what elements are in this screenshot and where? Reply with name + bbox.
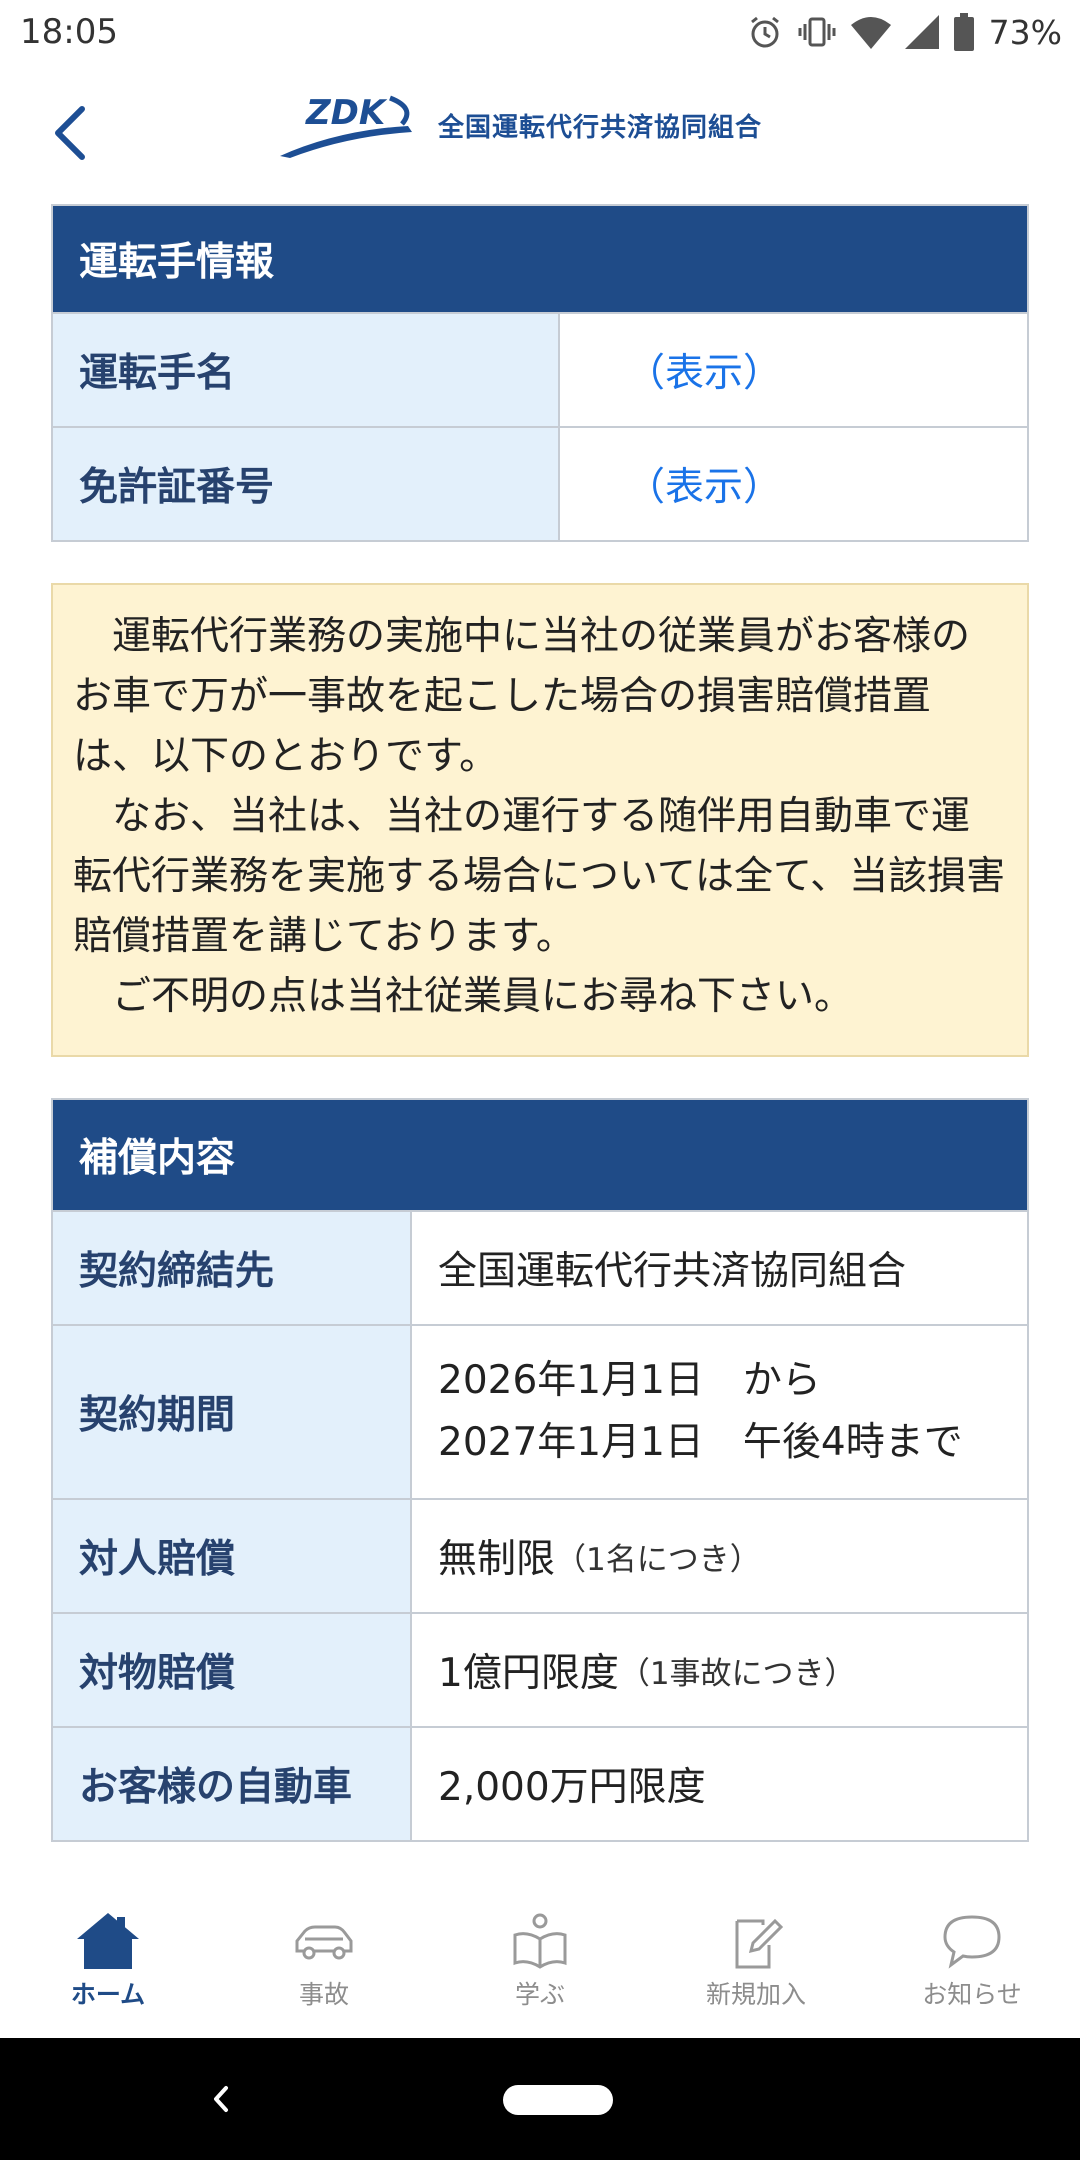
status-time: 18:05 <box>20 12 118 52</box>
table-row: お客様の自動車 2,000万円限度 <box>53 1726 1027 1840</box>
property-damage-label: 対物賠償 <box>53 1614 412 1726</box>
property-damage-note: （1事故につき） <box>618 1655 856 1692</box>
notice-paragraph: 運転代行業務の実施中に当社の従業員がお客様のお車で万が一事故を起こした場合の損害… <box>73 614 971 779</box>
nav-notices[interactable]: お知らせ <box>864 1884 1080 2038</box>
customer-vehicle-label: お客様の自動車 <box>53 1728 412 1840</box>
book-icon <box>513 1913 567 1969</box>
battery-icon <box>953 13 974 51</box>
speech-bubble-icon <box>943 1915 1001 1969</box>
alarm-icon <box>750 16 779 48</box>
nav-notices-label: お知らせ <box>922 1980 1022 2009</box>
table-row: 対物賠償 1億円限度 （1事故につき） <box>53 1612 1027 1726</box>
status-icons: 73% <box>747 10 1062 54</box>
main-content: 運転手情報 運転手名 （表示） 免許証番号 （表示） 運転代行業務の実施中に当社… <box>0 204 1080 1884</box>
logo: ZDK 全国運転代行共済協同組合 <box>278 90 762 160</box>
vibrate-icon <box>798 17 836 47</box>
show-license-number-link[interactable]: （表示） <box>586 456 782 512</box>
notice-box: 運転代行業務の実施中に当社の従業員がお客様のお車で万が一事故を起こした場合の損害… <box>51 583 1029 1057</box>
bodily-injury-label: 対人賠償 <box>53 1500 412 1612</box>
table-row: 契約期間 2026年1月1日 から 2027年1月1日 午後4時まで <box>53 1324 1027 1498</box>
system-nav-bar <box>0 2038 1080 2160</box>
contract-party-label: 契約締結先 <box>53 1212 412 1324</box>
nav-learn-label: 学ぶ <box>514 1980 565 2009</box>
status-bar: 18:05 73% <box>0 0 1080 64</box>
org-name: 全国運転代行共済協同組合 <box>438 112 763 143</box>
system-back-button[interactable] <box>200 2074 240 2124</box>
nav-new-membership[interactable]: 新規加入 <box>648 1884 864 2038</box>
bodily-injury-value: 無制限 （1名につき） <box>412 1500 1027 1612</box>
nav-home-label: ホーム <box>70 1980 146 2009</box>
nav-accident-label: 事故 <box>298 1980 349 2009</box>
contract-period-value: 2026年1月1日 から 2027年1月1日 午後4時まで <box>412 1326 1027 1498</box>
contract-party-value: 全国運転代行共済協同組合 <box>412 1212 1027 1324</box>
property-damage-value: 1億円限度 （1事故につき） <box>412 1614 1027 1726</box>
driver-info-table: 運転手情報 運転手名 （表示） 免許証番号 （表示） <box>51 204 1029 542</box>
notice-paragraph: なお、当社は、当社の運行する随伴用自動車で運転代行業務を実施する場合については全… <box>73 794 1006 959</box>
back-button[interactable] <box>40 98 100 168</box>
license-number-label: 免許証番号 <box>53 428 560 540</box>
driver-info-title: 運転手情報 <box>53 206 1027 312</box>
system-back-icon <box>214 2086 228 2112</box>
table-row: 契約締結先 全国運転代行共済協同組合 <box>53 1210 1027 1324</box>
signal-icon <box>904 15 939 49</box>
edit-document-icon <box>735 1918 784 1969</box>
license-number-value: （表示） <box>560 428 1027 540</box>
driver-name-value: （表示） <box>560 314 1027 426</box>
notice-paragraph: ご不明の点は当社従業員にお尋ね下さい。 <box>112 974 854 1019</box>
nav-new-membership-label: 新規加入 <box>705 1980 806 2009</box>
chevron-left-icon <box>55 106 85 160</box>
contract-period-label: 契約期間 <box>53 1326 412 1498</box>
nav-accident[interactable]: 事故 <box>216 1884 432 2038</box>
zdk-logo-icon: ZDK <box>280 93 412 158</box>
driver-name-label: 運転手名 <box>53 314 560 426</box>
system-home-button[interactable] <box>503 2085 613 2115</box>
property-damage-amount: 1億円限度 <box>438 1651 619 1696</box>
customer-vehicle-value: 2,000万円限度 <box>412 1728 1027 1840</box>
bodily-injury-amount: 無制限 <box>438 1537 556 1582</box>
table-row: 対人賠償 無制限 （1名につき） <box>53 1498 1027 1612</box>
nav-home[interactable]: ホーム <box>0 1884 216 2038</box>
nav-learn[interactable]: 学ぶ <box>432 1884 648 2038</box>
contract-period-start: 2026年1月1日 から <box>438 1358 821 1403</box>
coverage-title: 補償内容 <box>53 1100 1027 1210</box>
svg-text:ZDK: ZDK <box>305 93 388 133</box>
coverage-table: 補償内容 契約締結先 全国運転代行共済協同組合 契約期間 2026年1月1日 か… <box>51 1098 1029 1842</box>
bottom-nav: ホーム 事故 学ぶ 新規加入 お知らせ <box>0 1884 1080 2038</box>
bodily-injury-note: （1名につき） <box>555 1541 761 1578</box>
show-driver-name-link[interactable]: （表示） <box>586 342 782 398</box>
car-icon <box>295 1925 353 1960</box>
contract-period-end: 2027年1月1日 午後4時まで <box>438 1420 963 1465</box>
wifi-icon <box>850 17 891 49</box>
app-header: ZDK 全国運転代行共済協同組合 <box>0 64 1080 204</box>
home-icon <box>77 1913 139 1969</box>
table-row: 運転手名 （表示） <box>53 312 1027 426</box>
battery-percent: 73% <box>988 12 1062 52</box>
table-row: 免許証番号 （表示） <box>53 426 1027 540</box>
